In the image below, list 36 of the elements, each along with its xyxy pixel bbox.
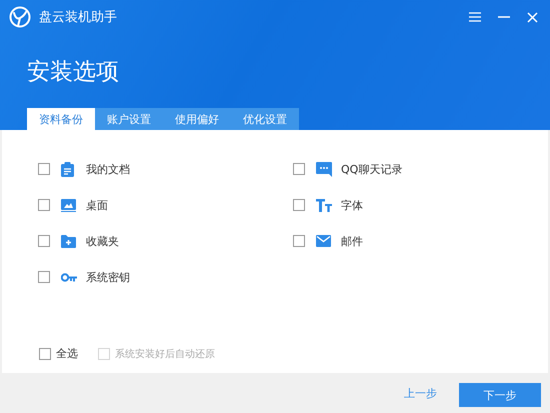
checkbox[interactable]: [293, 235, 305, 247]
back-link[interactable]: 上一步: [404, 386, 437, 400]
option-label: 桌面: [86, 198, 108, 212]
checkbox[interactable]: [38, 271, 50, 283]
select-all-label: 全选: [56, 346, 78, 361]
option-label: 收藏夹: [86, 234, 119, 248]
option-label: 我的文档: [86, 162, 130, 176]
key-icon: [61, 272, 77, 282]
menu-icon[interactable]: [469, 12, 481, 22]
checkbox[interactable]: [293, 199, 305, 211]
window-title: 盘云装机助手: [39, 9, 117, 26]
picture-icon: [61, 198, 76, 212]
tab[interactable]: 账户设置: [95, 108, 163, 130]
logo-icon: [9, 6, 31, 28]
page-heading: 安装选项: [27, 58, 120, 87]
option-label: 系统密钥: [86, 270, 130, 284]
minimize-icon[interactable]: [498, 16, 510, 18]
option-label: 邮件: [341, 234, 363, 248]
auto-restore-label: 系统安装好后自动还原: [115, 348, 215, 360]
close-icon[interactable]: [527, 12, 538, 22]
option-label: 字体: [341, 198, 363, 212]
checkbox[interactable]: [38, 199, 50, 211]
option-label: QQ聊天记录: [341, 162, 402, 176]
folder-plus-icon: [61, 234, 76, 248]
font-icon: [316, 198, 332, 212]
tab[interactable]: 资料备份: [27, 108, 95, 130]
document-icon: [61, 162, 74, 176]
checkbox[interactable]: [39, 348, 51, 360]
tab[interactable]: 使用偏好: [163, 108, 231, 130]
tab[interactable]: 优化设置: [231, 108, 299, 130]
checkbox[interactable]: [38, 235, 50, 247]
mail-icon: [316, 235, 331, 247]
checkbox[interactable]: [38, 163, 50, 175]
chat-icon: [316, 162, 332, 176]
checkbox[interactable]: [293, 163, 305, 175]
next-button[interactable]: 下一步: [459, 383, 541, 407]
